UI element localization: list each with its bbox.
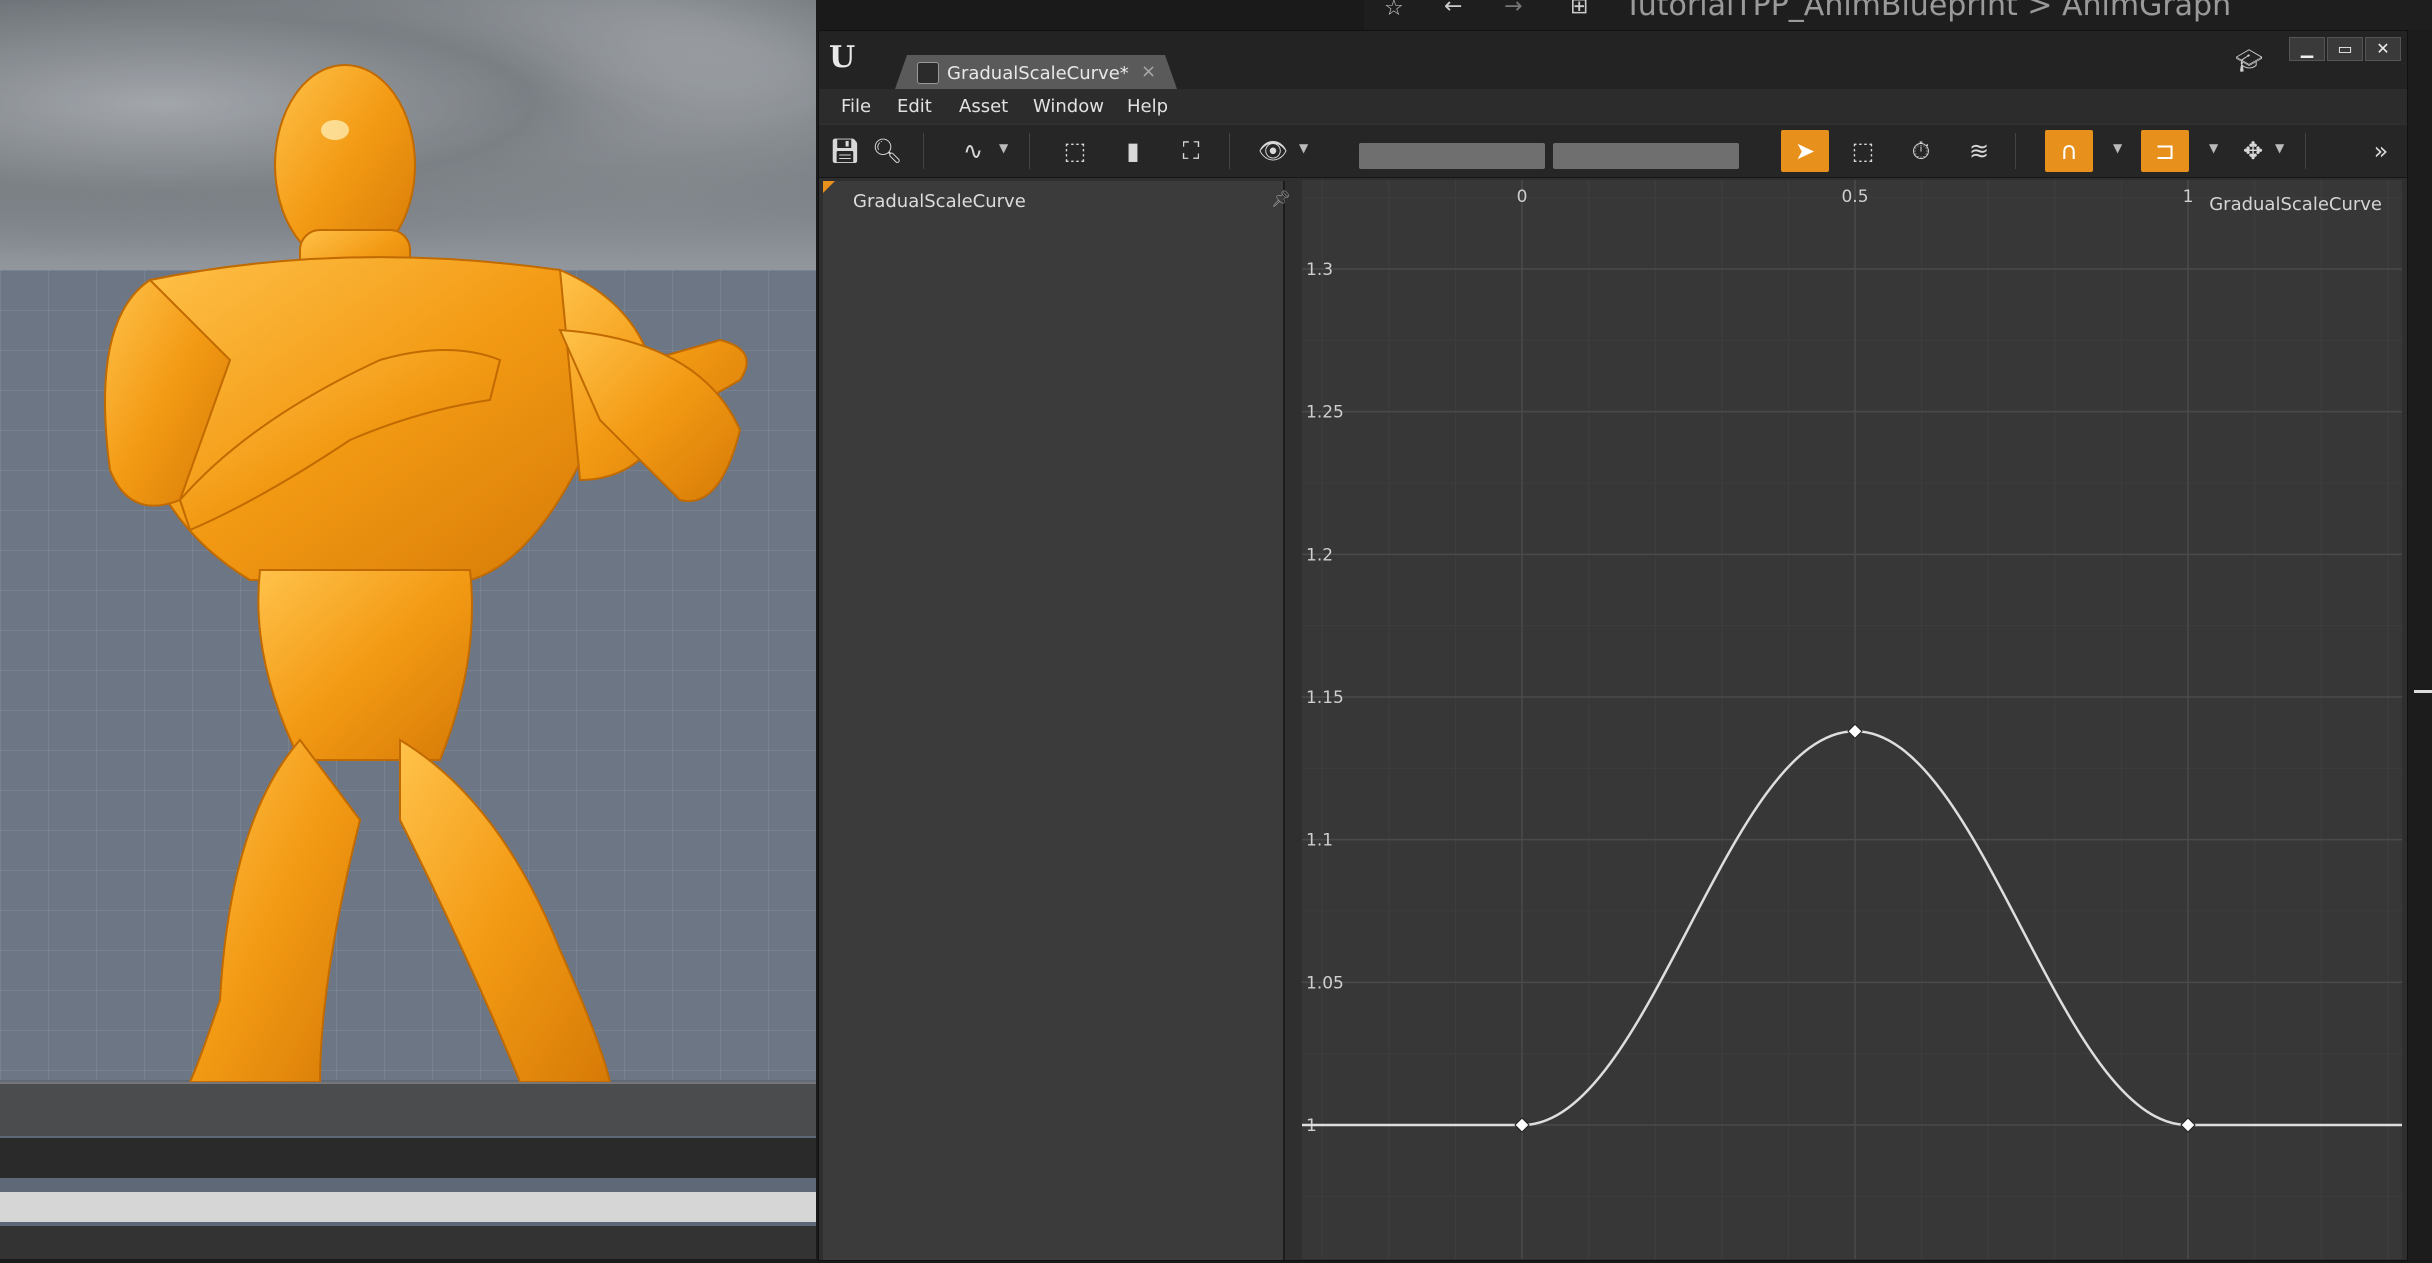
- toolbar-separator: [1029, 133, 1030, 169]
- x-tick-label: 1: [2183, 187, 2194, 207]
- minimize-button[interactable]: ▁: [2289, 37, 2325, 61]
- maximize-button[interactable]: ▭: [2327, 37, 2363, 61]
- timeline-bar[interactable]: [0, 1138, 816, 1178]
- key-icon[interactable]: ▮: [1117, 135, 1149, 167]
- select-icon[interactable]: ➤: [1781, 130, 1829, 172]
- snap-y-icon[interactable]: ⊐: [2141, 130, 2189, 172]
- y-tick-label: 1.25: [1306, 403, 1344, 423]
- fit-icon[interactable]: ⛶: [1175, 135, 1207, 167]
- toolbar-separator: [2015, 133, 2016, 169]
- multi-curve-icon[interactable]: ≋: [1963, 135, 1995, 167]
- toolbar-separator: [923, 133, 924, 169]
- edge-marker: [2414, 690, 2432, 693]
- y-tick-label: 1.05: [1306, 973, 1344, 993]
- curve-toolbar: 💾︎ 🔍︎ ∿ ▼ ⬚ ▮ ⛶ 👁︎ ▼ ➤ ⬚ ⏱︎ ≋ ∩ ▼ ⊐ ▼ ✥ …: [819, 125, 2407, 178]
- y-tick-label: 1.15: [1306, 688, 1344, 708]
- tree-item-gradual-scale-curve[interactable]: GradualScaleCurve: [853, 191, 1026, 212]
- character-viewport[interactable]: [0, 0, 816, 1259]
- tab-label: GradualScaleCurve*: [947, 63, 1129, 84]
- menu-asset[interactable]: Asset: [959, 96, 1008, 117]
- frame-selection-icon[interactable]: ⬚: [1059, 135, 1091, 167]
- background-editor-toolbar: ☆ ← → ⊞ TutorialTPP_AnimBlueprint > Anim…: [1364, 0, 2432, 30]
- y-tick-label: 1.3: [1306, 260, 1333, 280]
- curve-graph[interactable]: 0 0.5 1 1 1.05 1.1 1.15 1.2 1.25 1.3 GradualScaleC…: [1302, 180, 2402, 1259]
- graph-background: [1302, 180, 2402, 1259]
- menu-edit[interactable]: Edit: [897, 96, 932, 117]
- time-field[interactable]: [1359, 143, 1545, 169]
- y-tick-label: 1.2: [1306, 545, 1333, 565]
- scrubber-bar[interactable]: [0, 1192, 816, 1222]
- chevron-down-icon[interactable]: ▼: [1299, 141, 1308, 155]
- expand-toolbar-icon[interactable]: »: [2365, 135, 2397, 167]
- graph-icon[interactable]: ⊞: [1570, 0, 1588, 19]
- menu-bar: File Edit Asset Window Help: [819, 89, 2407, 123]
- pin-icon[interactable]: 📌︎: [1271, 189, 1291, 208]
- window-controls: ▁ ▭ ✕: [2287, 37, 2401, 63]
- retime-icon[interactable]: ⏱︎: [1905, 135, 1937, 167]
- x-tick-label: 0: [1517, 187, 1528, 207]
- title-bar[interactable]: U GradualScaleCurve* × 🎓︎ ▁ ▭ ✕: [819, 31, 2407, 89]
- curve-graph-canvas[interactable]: 0 0.5 111.051.11.151.21.251.3GradualScaleC…: [1302, 180, 2402, 1259]
- tutorial-hat-icon[interactable]: 🎓︎: [2235, 49, 2263, 74]
- forward-arrow-icon[interactable]: →: [1504, 0, 1522, 19]
- browse-icon[interactable]: 🔍︎: [871, 135, 903, 167]
- snap-x-magnet-icon[interactable]: ∩: [2045, 130, 2093, 172]
- chevron-down-icon[interactable]: ▼: [999, 141, 1008, 155]
- curve-name-label: GradualScaleCurve: [2209, 194, 2382, 215]
- chevron-down-icon[interactable]: ▼: [2113, 141, 2122, 155]
- back-arrow-icon[interactable]: ←: [1444, 0, 1462, 19]
- mannequin-character: [104, 64, 748, 1082]
- curve-tree-panel: GradualScaleCurve 📌︎: [823, 181, 1291, 1260]
- value-field[interactable]: [1553, 143, 1739, 169]
- curve-type-icon[interactable]: ∿: [957, 135, 989, 167]
- background-editor-edge: [2406, 30, 2432, 1259]
- menu-help[interactable]: Help: [1127, 96, 1168, 117]
- save-icon[interactable]: 💾︎: [829, 135, 861, 167]
- curve-asset-icon: [917, 62, 939, 84]
- menu-window[interactable]: Window: [1033, 96, 1104, 117]
- transform-icon[interactable]: ⬚: [1847, 135, 1879, 167]
- tab-gradual-scale-curve[interactable]: GradualScaleCurve* ×: [895, 55, 1177, 89]
- close-button[interactable]: ✕: [2365, 37, 2401, 61]
- breadcrumb: TutorialTPP_AnimBlueprint > AnimGraph: [1624, 0, 2232, 23]
- move-icon[interactable]: ✥: [2237, 135, 2269, 167]
- panel-corner-marker: [823, 181, 835, 193]
- menu-file[interactable]: File: [841, 96, 871, 117]
- tab-close-icon[interactable]: ×: [1141, 61, 1156, 82]
- chevron-down-icon[interactable]: ▼: [2275, 141, 2284, 155]
- y-tick-label: 1.1: [1306, 831, 1333, 851]
- chevron-down-icon[interactable]: ▼: [2209, 141, 2218, 155]
- toolbar-separator: [1229, 133, 1230, 169]
- viewport-bottom-panel: [0, 1082, 816, 1136]
- unreal-logo-icon: U: [829, 40, 856, 75]
- toolbar-separator: [2305, 133, 2306, 169]
- x-tick-label: 0.5: [1841, 187, 1868, 207]
- view-options-eye-icon[interactable]: 👁︎: [1257, 135, 1289, 167]
- viewport-footer: [0, 1226, 816, 1259]
- bookmark-icon[interactable]: ☆: [1384, 0, 1404, 21]
